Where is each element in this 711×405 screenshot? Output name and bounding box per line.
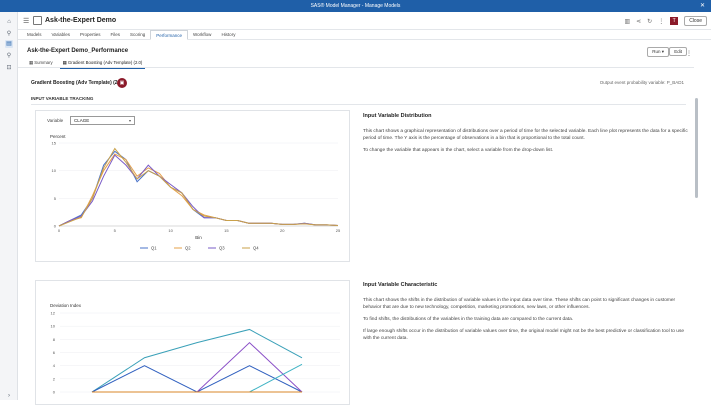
variable-select[interactable]: CLAGE ▾ [70,116,135,125]
performance-subtabs: ▦ Summary ▦ Gradient Boosting (Adv Templ… [26,59,146,69]
project-title: Ask-the-Expert Demo [45,17,117,24]
deviation-chart-panel [35,280,350,405]
tab-files[interactable]: Files [105,30,125,40]
chevron-down-icon: ▾ [128,118,131,123]
tab-models[interactable]: Models [22,30,47,40]
header-actions: ▥ ⋖ ↻ ⋮ T Close [624,16,707,26]
edit-button[interactable]: Edit [669,47,687,56]
home-icon[interactable]: ⌂ [5,18,13,26]
section-title: INPUT VARIABLE TRACKING [31,96,94,101]
variable-label: Variable [47,118,64,123]
characteristic-info: Input Variable Characteristic This chart… [363,282,693,347]
tab-variables[interactable]: Variables [47,30,75,40]
project-icon [33,16,42,25]
notes-icon[interactable]: ▥ [624,18,630,25]
distribution-info: Input Variable Distribution This chart s… [363,113,693,159]
menu-icon[interactable]: ☰ [23,17,29,25]
output-variable: Output event probability variable: P_BAD… [599,80,684,85]
tab-performance[interactable]: Performance [150,30,189,40]
tab-properties[interactable]: Properties [75,30,106,40]
tab-workflow[interactable]: Workflow [188,30,216,40]
search-icon[interactable]: ⚲ [5,52,13,60]
cart-icon[interactable]: ⊡ [5,64,13,72]
more-icon[interactable]: ⋮ [658,18,664,25]
tab-summary[interactable]: ▦ Summary [26,59,56,69]
scrollbar-thumb[interactable] [695,98,698,198]
left-nav: ⌂ ⚲ ▤ ⚲ ⊡ › [0,12,18,400]
close-button[interactable]: Close [684,16,707,26]
tab-scoring[interactable]: Scoring [125,30,150,40]
app-header: ☰ Ask-the-Expert Demo ▥ ⋖ ↻ ⋮ T Close [18,12,711,30]
distribution-heading: Input Variable Distribution [363,113,432,119]
characteristic-text-1: This chart shows the shifts in the distr… [363,298,676,310]
distribution-text-1: This chart shows a graphical representat… [363,129,688,141]
window-title: SAS® Model Manager - Manage Models [310,3,401,9]
tab-model-report[interactable]: ▦ Gradient Boosting (Adv Template) (2.0) [59,59,146,69]
window-titlebar: SAS® Model Manager - Manage Models ✕ [0,0,711,12]
models-icon[interactable]: ▤ [5,40,13,48]
refresh-icon[interactable]: ↻ [647,18,652,25]
share-icon[interactable]: ⋖ [636,18,641,25]
run-button[interactable]: Run ▾ [647,47,669,57]
model-name: Gradient Boosting (Adv Template) (2.0) [31,80,124,86]
more-icon[interactable]: ⋮ [686,50,692,57]
main-tabs: Models Variables Properties Files Scorin… [18,30,711,40]
share-icon[interactable]: ⚲ [5,30,13,38]
distribution-text-2: To change the variable that appears in t… [363,148,554,153]
performance-title: Ask-the-Expert Demo_Performance [27,48,129,54]
tab-history[interactable]: History [216,30,240,40]
characteristic-heading: Input Variable Characteristic [363,282,438,288]
expand-icon[interactable]: › [5,392,13,400]
scrollbar[interactable] [694,98,700,348]
close-icon[interactable]: ✕ [700,2,705,9]
model-badge-icon: ▣ [117,78,127,88]
characteristic-text-3: If large enough shifts occur in the dist… [363,329,685,341]
distribution-chart-panel [35,110,350,262]
characteristic-text-2: To find shifts, the distributions of the… [363,317,574,322]
divider [31,104,686,105]
avatar[interactable]: T [670,17,679,25]
